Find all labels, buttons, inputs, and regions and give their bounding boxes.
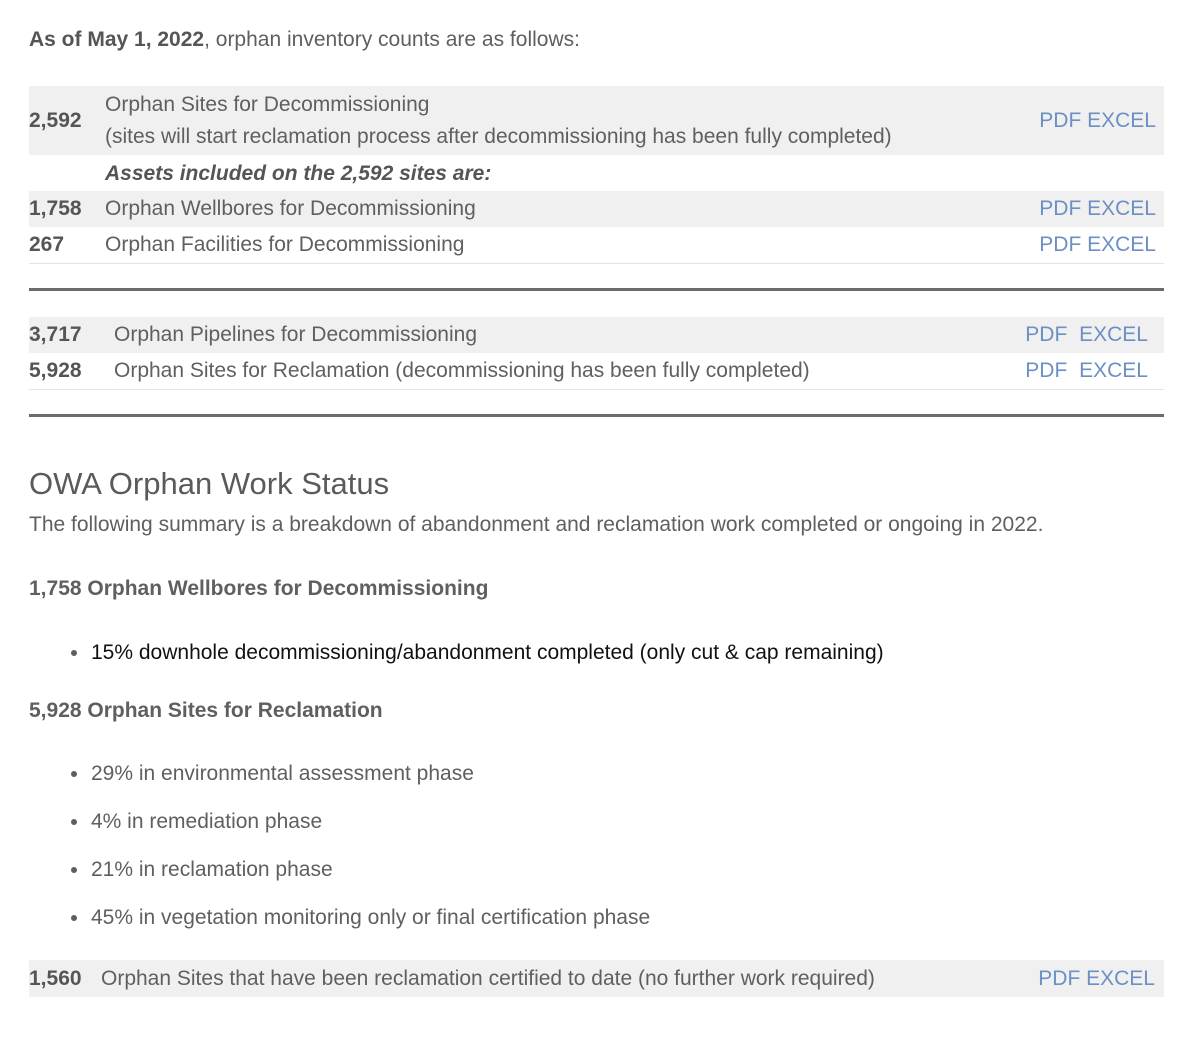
list-item: 45% in vegetation monitoring only or fin… [29,904,650,952]
excel-link[interactable]: EXCEL [1087,197,1156,220]
wellbores-subheading: 1,758 Orphan Wellbores for Decommissioni… [29,577,489,600]
excel-link[interactable]: EXCEL [1086,967,1155,990]
row-orphan-reclamation: 5,928 Orphan Sites for Reclamation (deco… [29,353,1164,390]
row-orphan-pipelines: 3,717 Orphan Pipelines for Decommissioni… [29,317,1164,353]
assets-heading-row: Assets included on the 2,592 sites are: [29,157,1164,191]
links-wellbores: PDF EXCEL [1039,197,1164,221]
label-facilities: Orphan Facilities for Decommissioning [105,233,465,256]
wellbores-list: 15% downhole decommissioning/abandonment… [29,639,884,687]
row-orphan-wellbores: 1,758 Orphan Wellbores for Decommissioni… [29,191,1164,227]
pdf-link[interactable]: PDF [1039,109,1081,132]
reclamation-list: 29% in environmental assessment phase 4%… [29,760,650,952]
links-sites: PDF EXCEL [1039,109,1164,133]
list-item: 4% in remediation phase [29,808,650,856]
assets-heading: Assets included on the 2,592 sites are: [105,162,492,185]
row-orphan-sites-decommissioning: 2,592 Orphan Sites for Decommissioning (… [29,86,1164,155]
label-pipelines: Orphan Pipelines for Decommissioning [114,323,477,346]
row-certified-sites: 1,560 Orphan Sites that have been reclam… [29,960,1164,997]
count-facilities: 267 [29,233,65,256]
status-summary: The following summary is a breakdown of … [29,513,1044,536]
list-item: 29% in environmental assessment phase [29,760,650,808]
list-item: 15% downhole decommissioning/abandonment… [29,639,884,687]
count-wellbores: 1,758 [29,197,82,220]
label-reclamation: Orphan Sites for Reclamation (decommissi… [114,359,810,382]
label-wellbores: Orphan Wellbores for Decommissioning [105,197,476,220]
pdf-link[interactable]: PDF [1025,323,1067,346]
status-heading: OWA Orphan Work Status [29,466,390,501]
label-certified: Orphan Sites that have been reclamation … [101,966,875,990]
count-reclamation: 5,928 [29,359,82,382]
label-sites: Orphan Sites for Decommissioning [105,92,430,116]
count-pipelines: 3,717 [29,323,82,346]
excel-link[interactable]: EXCEL [1079,359,1148,382]
pdf-link[interactable]: PDF [1039,197,1081,220]
desc-sites: Orphan Sites for Decommissioning (sites … [105,89,1039,153]
intro-text: , orphan inventory counts are as follows… [204,28,580,51]
pdf-link[interactable]: PDF [1038,967,1080,990]
count-certified: 1,560 [29,966,82,990]
pdf-link[interactable]: PDF [1025,359,1067,382]
note-sites: (sites will start reclamation process af… [105,124,892,148]
list-item: 21% in reclamation phase [29,856,650,904]
excel-link[interactable]: EXCEL [1087,109,1156,132]
section-divider [29,414,1164,417]
links-certified: PDF EXCEL [1038,967,1164,991]
links-reclamation: PDF EXCEL [1025,359,1164,383]
links-facilities: PDF EXCEL [1039,233,1164,257]
links-pipelines: PDF EXCEL [1025,323,1164,347]
inventory-intro: As of May 1, 2022, orphan inventory coun… [29,26,580,54]
pdf-link[interactable]: PDF [1039,233,1081,256]
excel-link[interactable]: EXCEL [1079,323,1148,346]
section-divider [29,288,1164,291]
intro-date: As of May 1, 2022 [29,28,205,51]
count-sites: 2,592 [29,108,82,132]
reclamation-subheading: 5,928 Orphan Sites for Reclamation [29,699,383,722]
excel-link[interactable]: EXCEL [1087,233,1156,256]
row-orphan-facilities: 267 Orphan Facilities for Decommissionin… [29,227,1164,264]
